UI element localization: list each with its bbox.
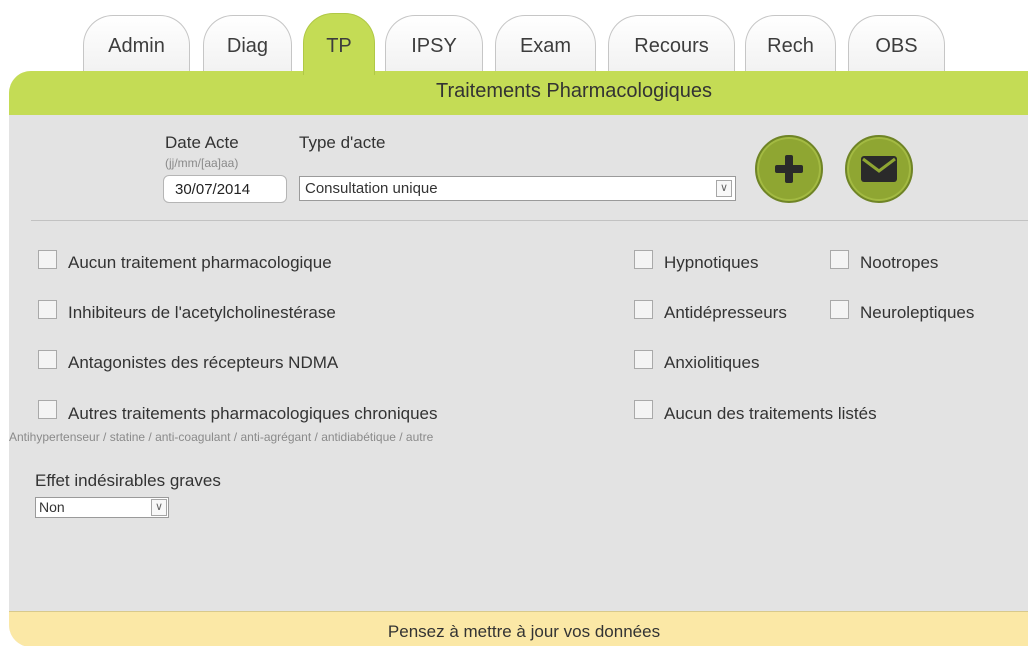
tab-tp[interactable]: TP — [303, 13, 375, 75]
envelope-icon — [861, 156, 897, 182]
checkbox-aucun-listes-label: Aucun des traitements listés — [664, 404, 877, 423]
checkbox-hypnotiques-label: Hypnotiques — [664, 253, 759, 272]
tab-admin[interactable]: Admin — [83, 15, 190, 75]
checkbox-antagonistes-label: Antagonistes des récepteurs NDMA — [68, 353, 339, 372]
checkbox-aucun-traitement[interactable] — [38, 250, 57, 269]
chevron-down-icon: ∨ — [716, 180, 732, 197]
checkbox-nootropes-label: Nootropes — [860, 253, 939, 272]
checkbox-hypnotiques[interactable] — [634, 250, 653, 269]
tab-diag[interactable]: Diag — [203, 15, 292, 75]
date-format-hint: (jj/mm/[aa]aa) — [165, 156, 239, 170]
divider — [31, 220, 1028, 221]
panel-title: Traitements Pharmacologiques — [9, 71, 1028, 115]
autres-hint: Antihypertenseur / statine / anti-coagul… — [9, 430, 434, 444]
date-field[interactable] — [163, 175, 287, 203]
checkbox-aucun-listes[interactable] — [634, 400, 653, 419]
checkbox-inhibiteurs[interactable] — [38, 300, 57, 319]
tab-bar: Admin Diag TP IPSY Exam Recours Rech OBS — [0, 0, 1028, 75]
tab-obs[interactable]: OBS — [848, 15, 945, 75]
checkbox-autres-label: Autres traitements pharmacologiques chro… — [68, 404, 438, 423]
tab-exam[interactable]: Exam — [495, 15, 596, 75]
checkbox-antagonistes[interactable] — [38, 350, 57, 369]
checkbox-antidepresseurs-label: Antidépresseurs — [664, 303, 787, 322]
checkbox-anxiolitiques[interactable] — [634, 350, 653, 369]
footer-reminder: Pensez à mettre à jour vos données — [9, 611, 1028, 646]
effets-select[interactable]: Non ∨ — [35, 497, 169, 518]
mail-button[interactable] — [845, 135, 913, 203]
main-panel: Traitements Pharmacologiques Date Acte (… — [9, 71, 1028, 646]
type-select[interactable]: Consultation unique ∨ — [299, 176, 736, 201]
add-button[interactable] — [755, 135, 823, 203]
tab-recours[interactable]: Recours — [608, 15, 735, 75]
chevron-down-icon: ∨ — [151, 499, 167, 516]
checkbox-aucun-traitement-label: Aucun traitement pharmacologique — [68, 253, 332, 272]
checkbox-autres[interactable] — [38, 400, 57, 419]
type-label: Type d'acte — [299, 133, 386, 152]
checkbox-inhibiteurs-label: Inhibiteurs de l'acetylcholinestérase — [68, 303, 336, 322]
checkbox-neuroleptiques[interactable] — [830, 300, 849, 319]
type-select-value: Consultation unique — [305, 180, 438, 197]
plus-icon — [775, 155, 803, 183]
checkbox-anxiolitiques-label: Anxiolitiques — [664, 353, 760, 372]
tab-ipsy[interactable]: IPSY — [385, 15, 483, 75]
checkbox-nootropes[interactable] — [830, 250, 849, 269]
tab-rech[interactable]: Rech — [745, 15, 836, 75]
effets-label: Effet indésirables graves — [35, 471, 221, 490]
checkbox-antidepresseurs[interactable] — [634, 300, 653, 319]
effets-select-value: Non — [39, 499, 65, 515]
checkbox-neuroleptiques-label: Neuroleptiques — [860, 303, 975, 322]
date-label: Date Acte — [165, 133, 239, 152]
